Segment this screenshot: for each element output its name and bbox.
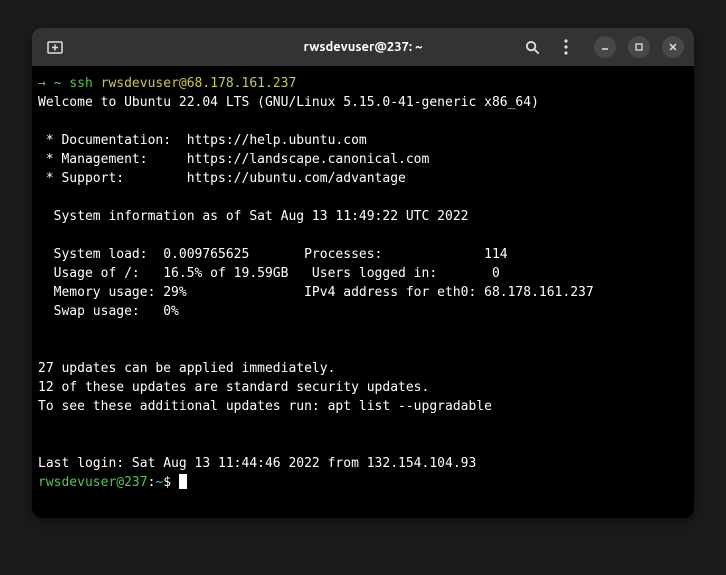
blank	[38, 435, 688, 454]
maximize-icon	[634, 42, 644, 52]
sysinfo-row-2: Usage of /: 16.5% of 19.59GB Users logge…	[38, 264, 688, 283]
support-line: * Support: https://ubuntu.com/advantage	[38, 169, 688, 188]
ssh-target: rwsdevuser@68.178.161.237	[101, 76, 297, 91]
mgmt-line: * Management: https://landscape.canonica…	[38, 150, 688, 169]
welcome-line: Welcome to Ubuntu 22.04 LTS (GNU/Linux 5…	[38, 93, 688, 112]
close-icon	[668, 42, 678, 52]
prompt-arrow: →	[38, 76, 46, 91]
sysinfo-row-3: Memory usage: 29% IPv4 address for eth0:…	[38, 283, 688, 302]
updates-line-1: 27 updates can be applied immediately.	[38, 359, 688, 378]
titlebar: rwsdevuser@237: ~	[32, 28, 694, 66]
new-tab-icon	[47, 39, 63, 55]
maximize-button[interactable]	[628, 36, 650, 58]
window-controls	[594, 36, 684, 58]
sysinfo-header: System information as of Sat Aug 13 11:4…	[38, 207, 688, 226]
titlebar-right	[520, 35, 684, 59]
blank	[38, 226, 688, 245]
prompt-tilde: ~	[46, 76, 69, 91]
minimize-button[interactable]	[594, 36, 616, 58]
updates-line-3: To see these additional updates run: apt…	[38, 397, 688, 416]
cmd-ssh: ssh	[69, 76, 100, 91]
cursor	[179, 474, 187, 489]
doc-line: * Documentation: https://help.ubuntu.com	[38, 131, 688, 150]
window-title: rwsdevuser@237: ~	[304, 40, 423, 54]
prompt-user: rwsdevuser@237	[38, 475, 148, 490]
prompt-line-2: rwsdevuser@237:~$	[38, 473, 688, 492]
close-button[interactable]	[662, 36, 684, 58]
sysinfo-row-4: Swap usage: 0%	[38, 302, 688, 321]
updates-line-2: 12 of these updates are standard securit…	[38, 378, 688, 397]
blank	[38, 321, 688, 340]
sysinfo-row-1: System load: 0.009765625 Processes: 114	[38, 245, 688, 264]
search-icon	[525, 40, 540, 55]
new-tab-button[interactable]	[42, 34, 68, 60]
terminal-window: rwsdevuser@237: ~	[32, 28, 694, 518]
search-button[interactable]	[520, 35, 544, 59]
blank	[38, 340, 688, 359]
minimize-icon	[600, 42, 610, 52]
prompt-line-1: → ~ ssh rwsdevuser@68.178.161.237	[38, 74, 688, 93]
terminal-content[interactable]: → ~ ssh rwsdevuser@68.178.161.237Welcome…	[32, 66, 694, 518]
menu-button[interactable]	[554, 35, 578, 59]
blank	[38, 112, 688, 131]
titlebar-left	[42, 34, 68, 60]
blank	[38, 188, 688, 207]
blank	[38, 416, 688, 435]
prompt-dollar: $	[163, 475, 179, 490]
kebab-menu-icon	[564, 39, 568, 55]
last-login-line: Last login: Sat Aug 13 11:44:46 2022 fro…	[38, 454, 688, 473]
